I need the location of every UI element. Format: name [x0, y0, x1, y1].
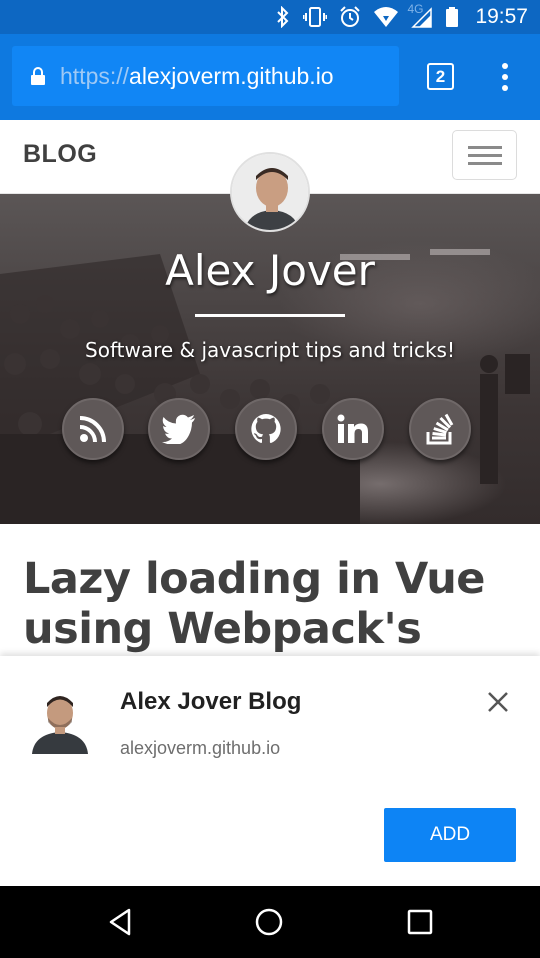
tab-count: 2 [435, 66, 446, 86]
add-to-homescreen-banner: Alex Jover Blog alexjoverm.github.io ADD [0, 656, 540, 886]
network-label: 4G [407, 2, 424, 16]
vibrate-icon [303, 0, 328, 34]
battery-icon [445, 0, 459, 34]
browser-toolbar: https://alexjoverm.github.io 2 [0, 34, 540, 120]
app-icon [26, 686, 94, 754]
site-brand[interactable]: BLOG [23, 140, 97, 169]
article-title-line-1: Lazy loading in Vue [23, 554, 485, 604]
more-vert-icon[interactable] [493, 60, 517, 94]
banner-app-url: alexjoverm.github.io [120, 738, 281, 758]
wifi-icon [373, 0, 399, 34]
back-icon[interactable] [104, 906, 136, 938]
screen: 4G 19:57 https://alexjoverm.github.io 2 … [0, 0, 540, 958]
recents-icon[interactable] [404, 906, 436, 938]
bluetooth-icon [275, 0, 291, 34]
twitter-icon[interactable] [148, 398, 210, 460]
home-icon[interactable] [253, 906, 285, 938]
close-icon[interactable] [484, 688, 512, 716]
tab-switcher-button[interactable]: 2 [427, 63, 454, 90]
status-bar: 4G 19:57 [0, 0, 540, 34]
title-divider [195, 314, 345, 317]
avatar [230, 152, 310, 232]
author-name: Alex Jover [165, 246, 375, 295]
url-bar[interactable]: https://alexjoverm.github.io [12, 46, 399, 106]
stackoverflow-icon[interactable] [409, 398, 471, 460]
url-text[interactable]: https://alexjoverm.github.io [60, 63, 334, 90]
clock: 19:57 [475, 5, 528, 28]
rss-icon[interactable] [62, 398, 124, 460]
navigation-bar [0, 886, 540, 958]
signal-icon: 4G [407, 0, 433, 34]
alarm-icon [339, 0, 361, 34]
url-host: alexjoverm.github.io [129, 62, 334, 89]
url-scheme: https:// [60, 62, 130, 89]
add-button[interactable]: ADD [384, 808, 516, 862]
lock-icon[interactable] [30, 66, 46, 86]
linkedin-icon[interactable] [322, 398, 384, 460]
github-icon[interactable] [235, 398, 297, 460]
hamburger-icon[interactable] [452, 130, 517, 180]
banner-app-name: Alex Jover Blog [120, 688, 302, 715]
blog-tagline: Software & javascript tips and tricks! [85, 338, 455, 362]
